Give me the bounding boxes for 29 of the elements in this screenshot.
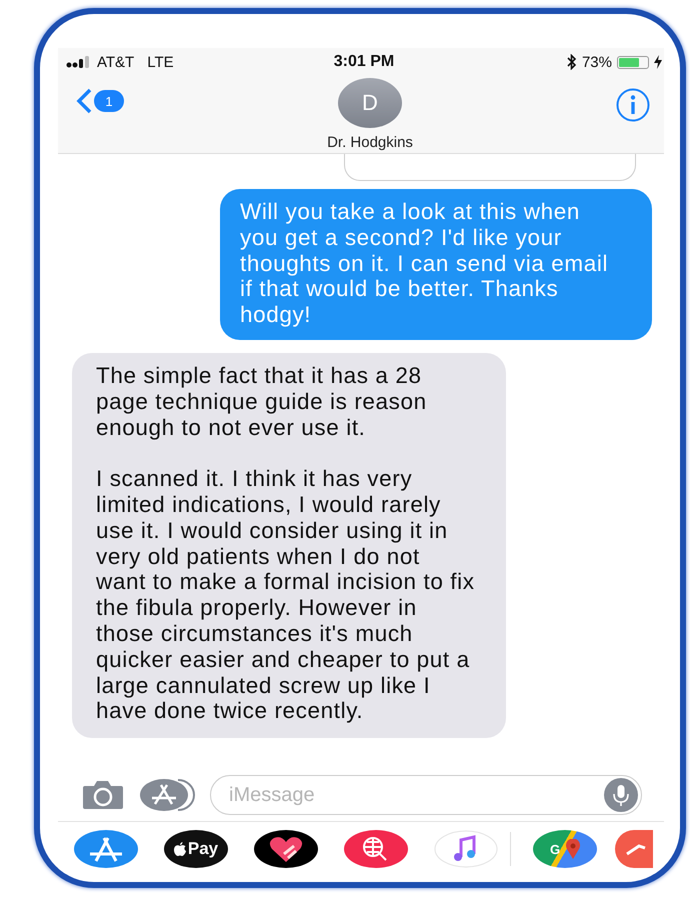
map-pin-icon <box>566 839 580 859</box>
heart-app-icon[interactable] <box>254 830 318 868</box>
chevron-left-icon <box>76 88 92 114</box>
received-message: The simple fact that it has a 28 page technique guide is reason enough to not ever use it. I scanned it. I think it has very limited indications, I would rarely use it. I would consider using it in very old patients when I do not want to make a formal incision to fix the fibula properly. However in those circumstances it's much quicker easier and cheaper to put a large cannulated screw up like I have done twice recently. <box>72 352 506 738</box>
battery-percent: 73% <box>582 54 612 70</box>
sent-message: Will you take a look at this when you get a second? I'd like your thoughts on it. I can send via email if that would be better. Thanks hodgy! <box>220 189 652 340</box>
app-icon[interactable] <box>615 830 653 868</box>
signal-icon <box>66 56 92 68</box>
music-app-icon[interactable] <box>434 830 498 868</box>
globe-search-app-icon[interactable] <box>344 830 408 868</box>
app-store-app-icon[interactable] <box>74 830 138 868</box>
microphone-icon[interactable] <box>604 778 638 812</box>
maps-app-icon[interactable]: G <box>533 830 597 868</box>
unread-badge: 1 <box>94 90 124 112</box>
apple-pay-app-icon[interactable]: Pay <box>164 830 228 868</box>
contact-avatar[interactable]: D <box>338 78 402 128</box>
message-input[interactable]: iMessage <box>210 775 642 815</box>
carrier-label: AT&T <box>97 54 134 70</box>
contact-name: Dr. Hodgkins <box>327 134 413 151</box>
bluetooth-icon <box>566 54 577 70</box>
apple-icon <box>174 842 186 856</box>
clock-time: 3:01 PM <box>334 53 394 71</box>
info-icon[interactable] <box>616 88 650 122</box>
network-label: LTE <box>147 54 174 70</box>
app-store-icon[interactable] <box>138 777 196 813</box>
charging-icon <box>654 55 662 69</box>
back-button[interactable]: 1 <box>76 88 124 114</box>
camera-icon[interactable] <box>82 780 124 810</box>
battery-icon <box>617 56 649 68</box>
